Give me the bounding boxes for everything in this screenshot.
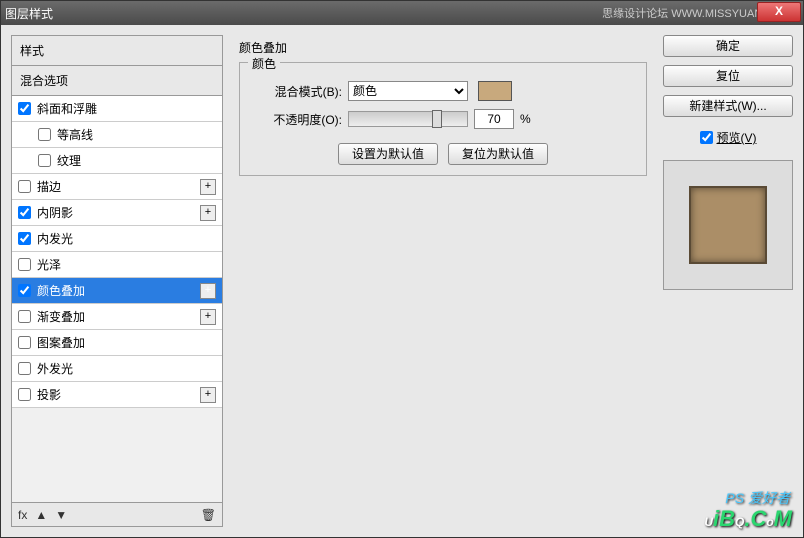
set-default-button[interactable]: 设置为默认值 [338, 143, 438, 165]
blend-mode-row: 混合模式(B): 颜色 [252, 81, 634, 101]
style-label: 斜面和浮雕 [37, 100, 97, 117]
opacity-label: 不透明度(O): [252, 111, 342, 128]
ok-button[interactable]: 确定 [663, 35, 793, 57]
style-row-3[interactable]: 描边 + [12, 174, 222, 200]
color-fieldset: 颜色 混合模式(B): 颜色 不透明度(O): 70 % 设置为默认值 复位为 [239, 62, 647, 176]
style-checkbox[interactable] [18, 258, 31, 271]
style-label: 纹理 [57, 152, 81, 169]
watermark-bottom: UiBQ.CoM [704, 506, 792, 532]
style-label: 等高线 [57, 126, 93, 143]
style-checkbox[interactable] [18, 336, 31, 349]
fieldset-legend: 颜色 [248, 55, 280, 72]
titlebar[interactable]: 图层样式 思缘设计论坛 WWW.MISSYUAN.COM X [1, 1, 803, 25]
cancel-button[interactable]: 复位 [663, 65, 793, 87]
style-label: 图案叠加 [37, 334, 85, 351]
style-label: 内阴影 [37, 204, 73, 221]
preview-box [663, 160, 793, 290]
move-down-icon[interactable]: ▼ [55, 508, 67, 522]
action-panel: 确定 复位 新建样式(W)... 预览(V) [663, 35, 793, 527]
style-label: 颜色叠加 [37, 282, 85, 299]
layer-style-dialog: 图层样式 思缘设计论坛 WWW.MISSYUAN.COM X 样式 混合选项 斜… [0, 0, 804, 538]
style-row-2[interactable]: 纹理 [12, 148, 222, 174]
style-label: 描边 [37, 178, 61, 195]
style-label: 渐变叠加 [37, 308, 85, 325]
watermark-top: PS 爱好者 [725, 488, 790, 508]
preview-checkbox[interactable] [700, 131, 713, 144]
opacity-slider[interactable] [348, 111, 468, 127]
style-checkbox[interactable] [18, 310, 31, 323]
preview-checkbox-row[interactable]: 预览(V) [663, 129, 793, 146]
style-row-1[interactable]: 等高线 [12, 122, 222, 148]
settings-panel: 颜色叠加 颜色 混合模式(B): 颜色 不透明度(O): 70 % [231, 35, 655, 527]
style-checkbox[interactable] [18, 388, 31, 401]
new-style-button[interactable]: 新建样式(W)... [663, 95, 793, 117]
style-row-5[interactable]: 内发光 [12, 226, 222, 252]
window-title: 图层样式 [5, 5, 602, 22]
styles-header[interactable]: 样式 [12, 36, 222, 66]
default-buttons-row: 设置为默认值 复位为默认值 [252, 143, 634, 165]
reset-default-button[interactable]: 复位为默认值 [448, 143, 548, 165]
style-row-6[interactable]: 光泽 [12, 252, 222, 278]
slider-thumb[interactable] [432, 110, 442, 128]
style-row-8[interactable]: 渐变叠加 + [12, 304, 222, 330]
dialog-body: 样式 混合选项 斜面和浮雕等高线纹理描边+内阴影+内发光光泽颜色叠加+渐变叠加+… [1, 25, 803, 537]
style-label: 内发光 [37, 230, 73, 247]
fx-icon[interactable]: fx [18, 508, 27, 522]
style-label: 光泽 [37, 256, 61, 273]
opacity-row: 不透明度(O): 70 % [252, 109, 634, 129]
opacity-value[interactable]: 70 [474, 109, 514, 129]
style-checkbox[interactable] [18, 102, 31, 115]
preview-label: 预览(V) [717, 129, 757, 146]
style-row-10[interactable]: 外发光 [12, 356, 222, 382]
percent-label: % [520, 112, 531, 126]
panel-title: 颜色叠加 [239, 39, 647, 56]
move-up-icon[interactable]: ▲ [35, 508, 47, 522]
style-checkbox[interactable] [18, 362, 31, 375]
style-checkbox[interactable] [38, 128, 51, 141]
styles-panel: 样式 混合选项 斜面和浮雕等高线纹理描边 + 内阴影 + 内发光光泽颜色叠加 + 渐变叠加 +… [11, 35, 223, 527]
style-checkbox[interactable] [18, 232, 31, 245]
preview-swatch [689, 186, 767, 264]
style-row-7[interactable]: 颜色叠加 + [12, 278, 222, 304]
style-row-4[interactable]: 内阴影 + [12, 200, 222, 226]
add-icon[interactable]: + [200, 283, 216, 299]
style-checkbox[interactable] [18, 206, 31, 219]
style-list: 斜面和浮雕等高线纹理描边 + 内阴影 + 内发光光泽颜色叠加 + 渐变叠加 + 图案叠加外发光投… [12, 96, 222, 502]
style-row-11[interactable]: 投影 + [12, 382, 222, 408]
blend-mode-label: 混合模式(B): [252, 83, 342, 100]
style-label: 外发光 [37, 360, 73, 377]
blend-mode-select[interactable]: 颜色 [348, 81, 468, 101]
styles-footer: fx ▲ ▼ 🗑 [12, 502, 222, 526]
style-row-9[interactable]: 图案叠加 [12, 330, 222, 356]
add-icon[interactable]: + [200, 205, 216, 221]
close-button[interactable]: X [757, 2, 801, 22]
style-row-0[interactable]: 斜面和浮雕 [12, 96, 222, 122]
add-icon[interactable]: + [200, 387, 216, 403]
style-checkbox[interactable] [18, 180, 31, 193]
style-checkbox[interactable] [38, 154, 51, 167]
blending-options[interactable]: 混合选项 [12, 66, 222, 96]
style-label: 投影 [37, 386, 61, 403]
color-swatch[interactable] [478, 81, 512, 101]
add-icon[interactable]: + [200, 179, 216, 195]
style-checkbox[interactable] [18, 284, 31, 297]
add-icon[interactable]: + [200, 309, 216, 325]
trash-icon[interactable]: 🗑 [201, 508, 216, 522]
